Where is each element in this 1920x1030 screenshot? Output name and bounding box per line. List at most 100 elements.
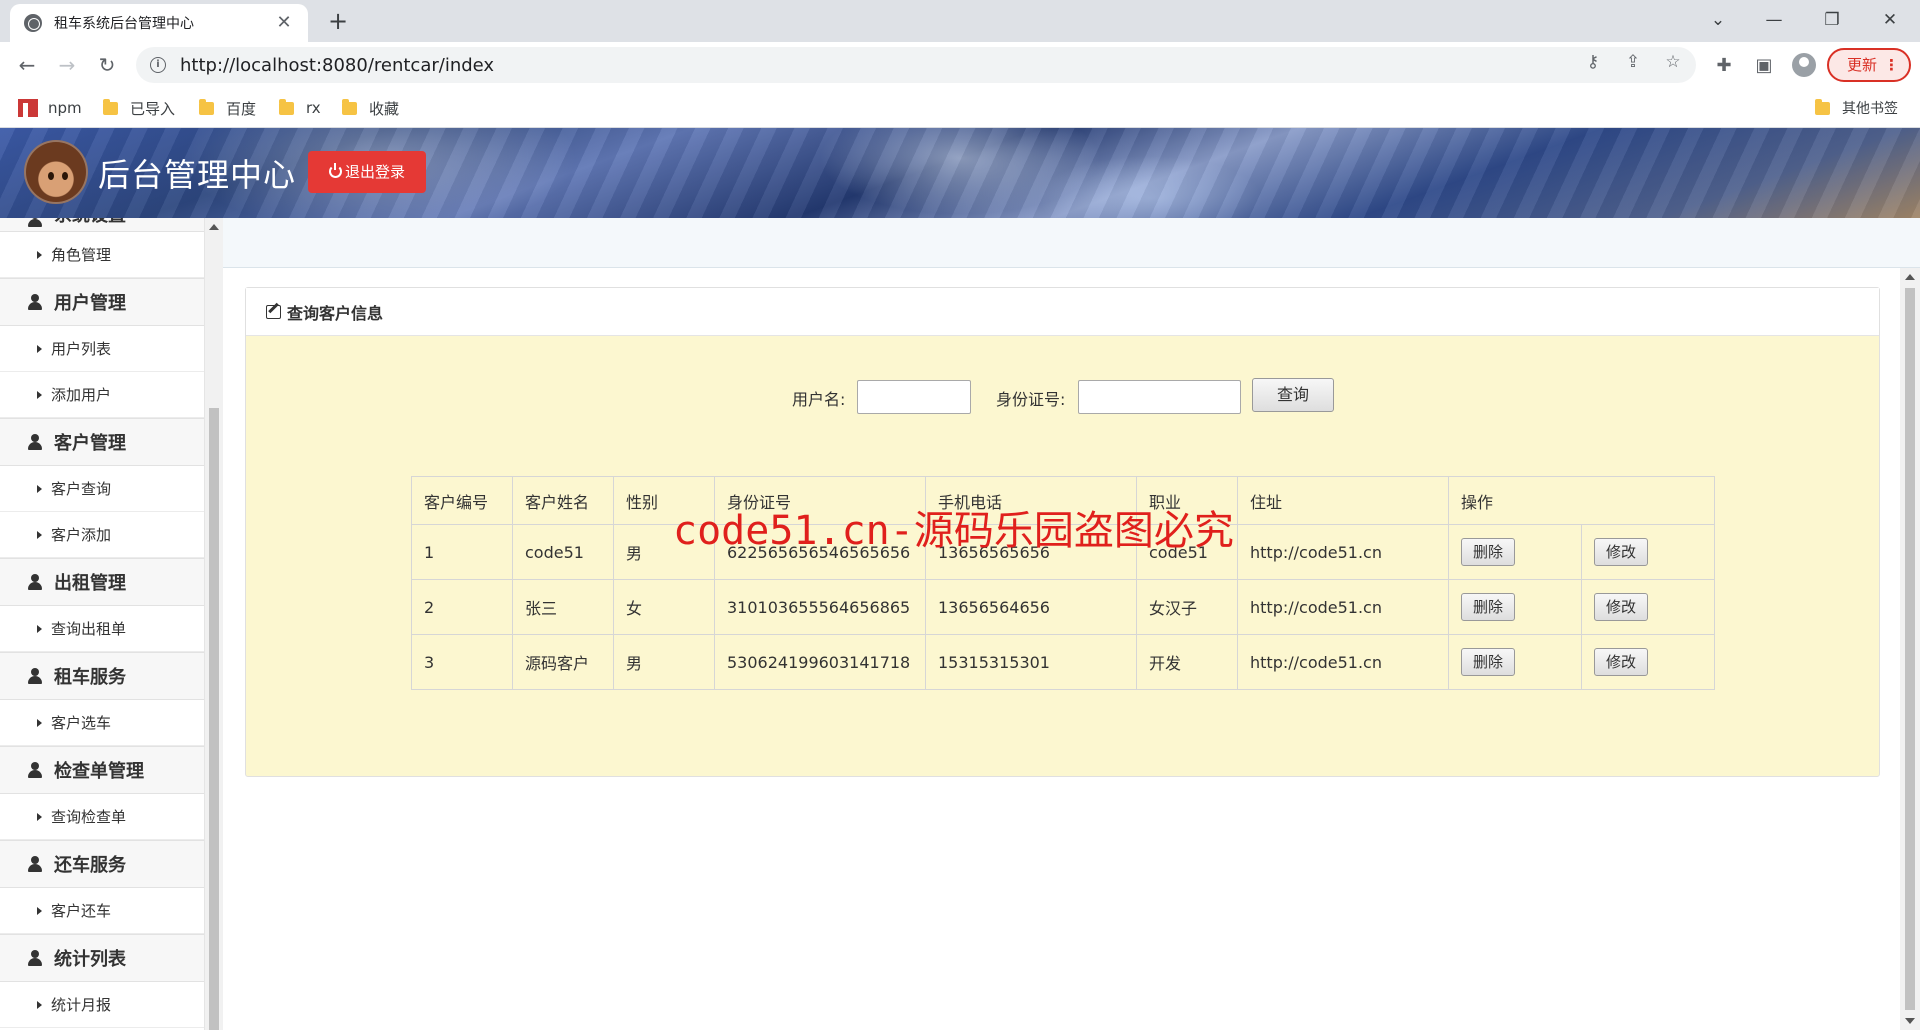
delete-button[interactable]: 删除	[1461, 538, 1515, 566]
delete-button[interactable]: 删除	[1461, 593, 1515, 621]
scroll-up-icon[interactable]	[209, 224, 219, 230]
page-scroll-thumb[interactable]	[1905, 288, 1915, 1010]
item-label: 客户查询	[51, 480, 112, 498]
caret-right-icon	[37, 1000, 42, 1009]
forward-icon[interactable]: →	[52, 50, 82, 80]
group-label: 客户管理	[54, 433, 126, 454]
query-button[interactable]: 查询	[1252, 378, 1334, 412]
bookmark-baidu[interactable]: 百度	[199, 97, 256, 119]
sidebar-scrollbar[interactable]	[205, 218, 223, 1030]
sidebar-item-roles[interactable]: 角色管理	[0, 232, 204, 278]
delete-button[interactable]: 删除	[1461, 648, 1515, 676]
folder-icon	[103, 98, 118, 115]
item-label: 查询检查单	[51, 808, 127, 826]
window-close-icon[interactable]: ✕	[1868, 6, 1912, 34]
item-label: 角色管理	[51, 246, 112, 264]
sidebar-group-customers[interactable]: 客户管理	[0, 418, 204, 466]
bookmark-label: 其他书签	[1842, 101, 1898, 117]
address-bar[interactable]: i http://localhost:8080/rentcar/index	[136, 47, 1696, 83]
close-tab-icon[interactable]: ✕	[274, 13, 294, 33]
sidebar-group-system[interactable]: 系统设置	[0, 218, 204, 232]
sidebar-item-rental-query[interactable]: 查询出租单	[0, 606, 204, 652]
site-info-icon[interactable]: i	[150, 57, 166, 73]
scroll-down-icon[interactable]	[1905, 1018, 1915, 1024]
sidebar-item-add-user[interactable]: 添加用户	[0, 372, 204, 418]
tab-title: 租车系统后台管理中心	[54, 16, 194, 32]
folder-icon	[342, 98, 357, 115]
new-tab-icon[interactable]: +	[324, 8, 352, 36]
column-header: 客户姓名	[512, 476, 614, 525]
app-title: 后台管理中心	[98, 156, 297, 194]
edit-icon	[266, 304, 281, 319]
back-icon[interactable]: ←	[12, 50, 42, 80]
sidebar-item-choose-car[interactable]: 客户选车	[0, 700, 204, 746]
browser-tab[interactable]: 租车系统后台管理中心 ✕	[10, 4, 308, 42]
idcard-input[interactable]	[1078, 380, 1241, 414]
profile-avatar-icon[interactable]	[1792, 53, 1816, 77]
reload-icon[interactable]: ↻	[92, 50, 122, 80]
caret-right-icon	[37, 812, 42, 821]
extensions-icon[interactable]: ✚	[1712, 54, 1736, 78]
sidebar-item-customer-add[interactable]: 客户添加	[0, 512, 204, 558]
other-bookmarks[interactable]: 其他书签	[1815, 97, 1898, 119]
cell-idcard: 310103655564656865	[714, 579, 926, 635]
logout-button[interactable]: 退出登录	[308, 151, 426, 193]
sidebar-group-rent-service[interactable]: 租车服务	[0, 652, 204, 700]
watermark: code51.cn-源码乐园盗图必究	[673, 508, 1234, 554]
edit-button[interactable]: 修改	[1594, 538, 1648, 566]
cell-name: code51	[512, 524, 614, 580]
cell-address: http://code51.cn	[1237, 634, 1449, 690]
edit-button[interactable]: 修改	[1594, 648, 1648, 676]
user-icon	[28, 434, 42, 450]
item-label: 统计月报	[51, 996, 112, 1014]
url-text[interactable]: http://localhost:8080/rentcar/index	[180, 55, 494, 76]
bookmark-imported[interactable]: 已导入	[103, 97, 175, 119]
sidebar-item-user-list[interactable]: 用户列表	[0, 326, 204, 372]
table-row: 3 源码客户 男 530624199603141718 15315315301 …	[411, 634, 1715, 690]
username-input[interactable]	[857, 380, 971, 414]
sidebar-group-statistics[interactable]: 统计列表	[0, 934, 204, 982]
restore-icon[interactable]: ❐	[1810, 6, 1854, 34]
caret-right-icon	[37, 390, 42, 399]
item-label: 客户添加	[51, 526, 112, 544]
tab-search-icon[interactable]: ⌄	[1696, 6, 1740, 34]
caret-right-icon	[37, 484, 42, 493]
star-icon[interactable]: ☆	[1662, 51, 1684, 73]
item-label: 用户列表	[51, 340, 112, 358]
cell-id: 1	[411, 524, 513, 580]
cell-sex: 女	[613, 579, 715, 635]
cell-id: 3	[411, 634, 513, 690]
side-panel-icon[interactable]: ▣	[1752, 54, 1776, 78]
bookmark-npm[interactable]: npm	[18, 97, 82, 119]
cell-address: http://code51.cn	[1237, 524, 1449, 580]
folder-icon	[199, 98, 214, 115]
share-icon[interactable]: ⇪	[1622, 51, 1644, 73]
cell-name: 张三	[512, 579, 614, 635]
sidebar-scroll-thumb[interactable]	[209, 408, 219, 1030]
sidebar-item-return-car[interactable]: 客户还车	[0, 888, 204, 934]
browser-toolbar: ← → ↻ i http://localhost:8080/rentcar/in…	[0, 42, 1920, 88]
sidebar-item-customer-query[interactable]: 客户查询	[0, 466, 204, 512]
edit-button[interactable]: 修改	[1594, 593, 1648, 621]
update-button[interactable]: 更新 ⋮	[1827, 48, 1911, 82]
sidebar-item-monthly-report[interactable]: 统计月报	[0, 982, 204, 1028]
sidebar-group-inspections[interactable]: 检查单管理	[0, 746, 204, 794]
cell-phone: 15315315301	[925, 634, 1137, 690]
username-label: 用户名:	[792, 390, 846, 409]
scroll-up-icon[interactable]	[1905, 274, 1915, 280]
content-top-strip	[223, 218, 1920, 268]
sidebar-group-return-service[interactable]: 还车服务	[0, 840, 204, 888]
key-icon[interactable]: ⚷	[1582, 51, 1604, 73]
group-label: 出租管理	[54, 573, 126, 594]
bookmark-favorites[interactable]: 收藏	[342, 97, 399, 119]
sidebar-group-rentals[interactable]: 出租管理	[0, 558, 204, 606]
cell-idcard: 530624199603141718	[714, 634, 926, 690]
sidebar-group-users[interactable]: 用户管理	[0, 278, 204, 326]
cell-delete: 删除	[1448, 524, 1582, 580]
sidebar-item-inspection-query[interactable]: 查询检查单	[0, 794, 204, 840]
user-icon	[28, 668, 42, 684]
app-header: 后台管理中心 退出登录	[0, 128, 1920, 218]
page-scrollbar[interactable]	[1900, 268, 1920, 1030]
bookmark-rx[interactable]: rx	[279, 97, 321, 119]
minimize-icon[interactable]: —	[1752, 6, 1796, 34]
